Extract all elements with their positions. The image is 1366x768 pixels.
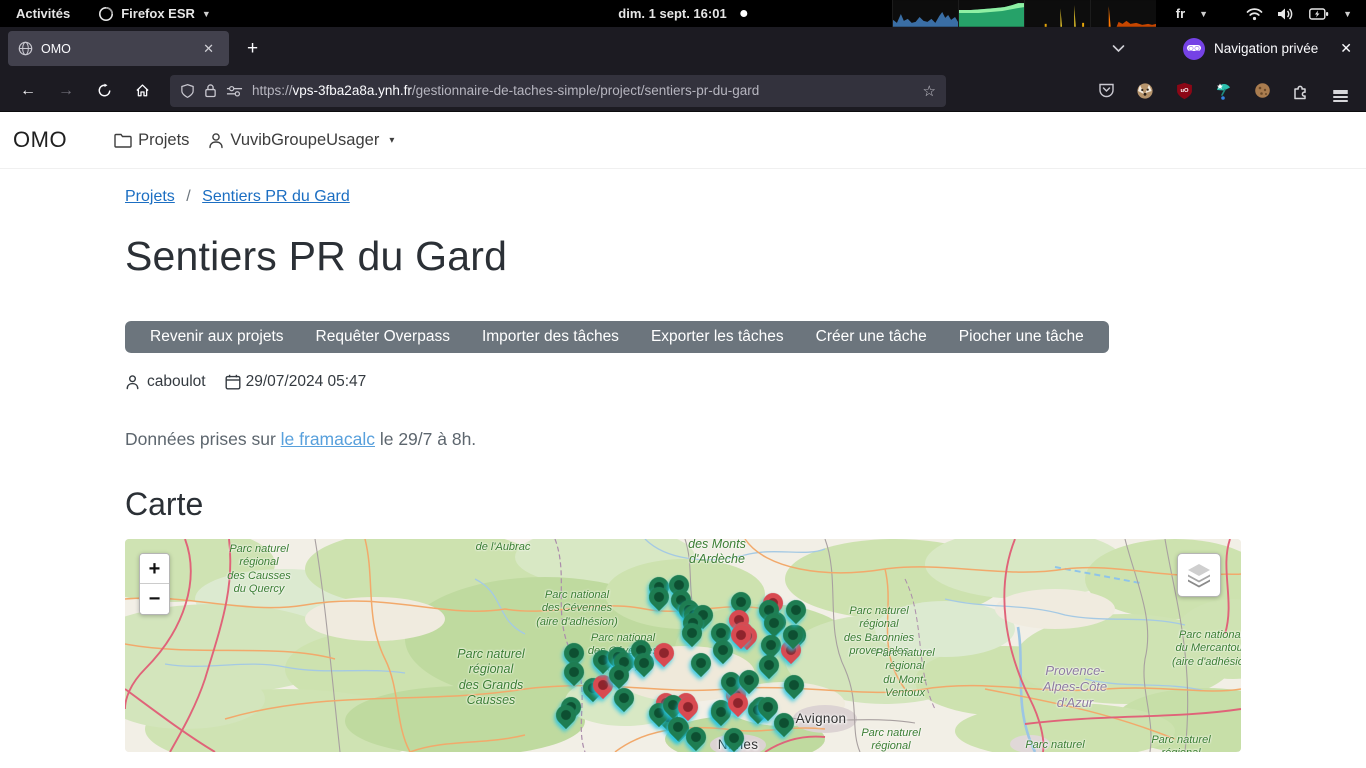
memory-graph [958, 0, 1024, 27]
nav-user-menu[interactable]: VuvibGroupeUsager ▾ [208, 131, 394, 150]
url-text[interactable]: https://vps-3fba2a8a.ynh.fr/gestionnaire… [252, 83, 914, 98]
export-tasks-button[interactable]: Exporter les tâches [635, 328, 800, 346]
notification-dot-icon [741, 10, 748, 17]
map-zoom-control: + − [139, 553, 170, 615]
tab-title: OMO [41, 42, 198, 56]
clock[interactable]: dim. 1 sept. 16:01 [618, 6, 747, 21]
nav-projects[interactable]: Projets [114, 131, 189, 150]
browser-toolbar: ← → https://vps-3fba2a8a.ynh.fr/ [0, 70, 1366, 112]
caret-down-icon: ▼ [202, 9, 211, 19]
gnome-top-bar: Activités Firefox ESR ▼ dim. 1 sept. 16:… [0, 0, 1366, 27]
url-bar[interactable]: https://vps-3fba2a8a.ynh.fr/gestionnaire… [170, 75, 946, 107]
private-browsing-badge: Navigation privée [1183, 38, 1318, 60]
breadcrumb-current-link[interactable]: Sentiers PR du Gard [202, 188, 350, 205]
wifi-icon[interactable] [1246, 7, 1263, 21]
home-button[interactable] [128, 77, 156, 105]
network-graph [1090, 0, 1156, 27]
new-tab-button[interactable]: + [239, 36, 266, 62]
action-bar: Revenir aux projets Requêter Overpass Im… [125, 321, 1109, 353]
badger-extension-icon[interactable] [1135, 81, 1155, 101]
permissions-icon[interactable] [226, 85, 243, 97]
activities-button[interactable]: Activités [16, 6, 70, 21]
page-title: Sentiers PR du Gard [125, 233, 1241, 280]
map-heading: Carte [125, 486, 1241, 523]
private-mask-icon [1183, 38, 1205, 60]
zoom-in-button[interactable]: + [140, 554, 169, 584]
volume-icon[interactable] [1277, 7, 1295, 21]
tab-close-icon[interactable]: ✕ [198, 39, 219, 59]
back-button[interactable]: ← [14, 77, 42, 105]
battery-icon[interactable] [1309, 8, 1329, 20]
disk-graph [1024, 0, 1090, 27]
extensions-puzzle-icon[interactable] [1291, 81, 1311, 101]
browser-tab[interactable]: OMO ✕ [8, 31, 229, 66]
site-brand[interactable]: OMO [13, 127, 67, 153]
globe-icon [18, 41, 33, 56]
window-close-icon[interactable]: ✕ [1340, 40, 1352, 57]
forward-button[interactable]: → [52, 77, 80, 105]
framacalc-link[interactable]: le framacalc [281, 429, 375, 449]
caret-down-icon: ▼ [1343, 9, 1352, 19]
app-menu[interactable]: Firefox ESR ▼ [98, 6, 211, 22]
map[interactable]: Parc naturelrégionaldes Caussesdu Quercy… [125, 539, 1241, 752]
pocket-icon[interactable] [1096, 81, 1116, 101]
create-task-button[interactable]: Créer une tâche [800, 328, 943, 346]
pick-task-button[interactable]: Piocher une tâche [943, 328, 1100, 346]
project-meta: caboulot 29/07/2024 05:47 [125, 373, 1241, 391]
layers-icon [1186, 562, 1212, 588]
breadcrumb-projects-link[interactable]: Projets [125, 188, 175, 205]
person-icon [125, 374, 140, 390]
project-description: Données prises sur le framacalc le 29/7 … [125, 429, 1241, 450]
menu-hamburger-icon[interactable] [1330, 81, 1350, 101]
import-tasks-button[interactable]: Importer des tâches [466, 328, 635, 346]
umbrella-extension-icon[interactable] [1213, 81, 1233, 101]
zoom-out-button[interactable]: − [140, 584, 169, 614]
keyboard-layout[interactable]: fr [1176, 6, 1185, 21]
overpass-query-button[interactable]: Requêter Overpass [300, 328, 466, 346]
ublock-origin-icon[interactable]: uO [1174, 81, 1194, 101]
reload-button[interactable] [90, 77, 118, 105]
list-tabs-chevron-icon[interactable] [1112, 44, 1125, 53]
site-navbar: OMO Projets VuvibGroupeUsager ▾ [0, 112, 1366, 169]
cpu-graph [892, 0, 958, 27]
tracking-shield-icon[interactable] [180, 83, 195, 99]
firefox-icon [98, 6, 114, 22]
person-icon [208, 132, 224, 149]
created-date: 29/07/2024 05:47 [246, 373, 367, 391]
calendar-icon [225, 374, 241, 390]
breadcrumb: Projets / Sentiers PR du Gard [125, 188, 1241, 206]
lock-icon[interactable] [204, 83, 217, 98]
author-name: caboulot [147, 373, 206, 391]
bookmark-star-icon[interactable]: ☆ [923, 82, 936, 100]
layers-control[interactable] [1177, 553, 1221, 597]
folder-icon [114, 133, 132, 148]
caret-down-icon: ▾ [389, 135, 394, 146]
svg-text:uO: uO [1180, 88, 1189, 94]
back-to-projects-button[interactable]: Revenir aux projets [134, 328, 300, 346]
cookie-extension-icon[interactable] [1252, 81, 1272, 101]
browser-tab-bar: OMO ✕ + Navigation privée ✕ [0, 27, 1366, 70]
caret-down-icon: ▼ [1199, 9, 1208, 19]
